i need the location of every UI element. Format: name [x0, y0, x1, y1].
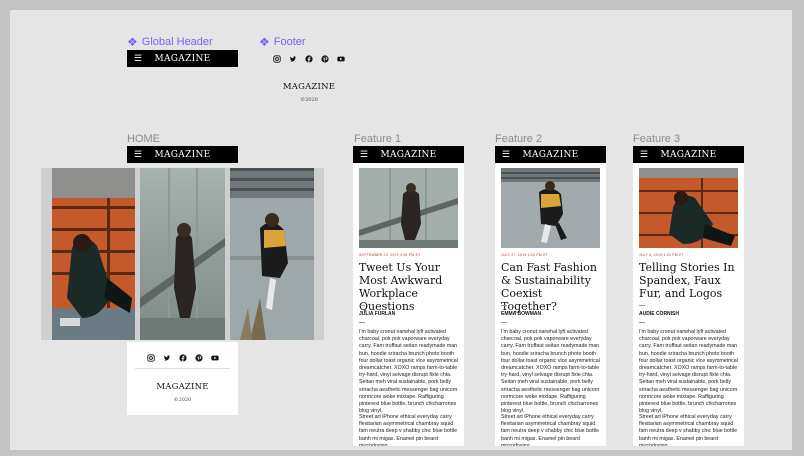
- article-body-p1: I'm baby cronut narwhal lyft activated c…: [501, 329, 600, 415]
- article-body-p2: Street art iPhone ethical everyday carry…: [639, 414, 738, 446]
- component-icon: ❖: [259, 35, 270, 49]
- photo-image: [359, 168, 458, 248]
- header-logo[interactable]: MAGAZINE: [149, 150, 238, 160]
- home-footer: MAGAZINE ©2020: [127, 342, 238, 415]
- youtube-icon[interactable]: [337, 55, 345, 63]
- menu-icon[interactable]: ☰: [633, 149, 655, 160]
- facebook-icon[interactable]: [178, 354, 187, 362]
- frame-label-feature-1[interactable]: Feature 1: [354, 133, 401, 145]
- pinterest-icon[interactable]: [194, 354, 203, 362]
- feature-3-photo[interactable]: [639, 168, 738, 248]
- menu-icon[interactable]: ☰: [127, 149, 149, 160]
- photo-image: [501, 168, 600, 248]
- footer-component-label[interactable]: ❖ Footer: [259, 36, 306, 48]
- pinterest-icon[interactable]: [321, 55, 329, 63]
- photo-image: [52, 168, 135, 340]
- article-meta: SEPTEMBER 23, 2019 4:36 PM ET: [359, 253, 421, 257]
- feature-1-photo[interactable]: [359, 168, 458, 248]
- feature-1-article: SEPTEMBER 23, 2019 4:36 PM ET Tweet Us Y…: [353, 163, 464, 446]
- author-rule: [359, 322, 365, 323]
- author-rule: [639, 322, 645, 323]
- home-photo-2[interactable]: [140, 168, 225, 340]
- article-author[interactable]: AUDIE CORNISH: [639, 311, 679, 317]
- facebook-icon[interactable]: [305, 55, 313, 63]
- header-logo[interactable]: MAGAZINE: [375, 150, 464, 160]
- instagram-icon[interactable]: [146, 354, 155, 362]
- feature-2-photo[interactable]: [501, 168, 600, 248]
- header-logo[interactable]: MAGAZINE: [517, 150, 606, 160]
- footer-copyright: ©2020: [300, 97, 318, 103]
- home-photo-1[interactable]: [52, 168, 135, 340]
- photo-image: [639, 168, 738, 248]
- header-logo[interactable]: MAGAZINE: [655, 150, 744, 160]
- feature-2-article: JULY 27, 2019 4:20 PM ET Can Fast Fashio…: [495, 163, 606, 446]
- twitter-icon[interactable]: [163, 354, 171, 362]
- feature-1-header[interactable]: ☰ MAGAZINE: [353, 146, 464, 163]
- article-meta: JULY 27, 2019 4:20 PM ET: [501, 253, 549, 257]
- footer-social-icons: [268, 53, 350, 65]
- article-body-p2: Street art iPhone ethical everyday carry…: [501, 414, 600, 446]
- photo-image: [230, 168, 314, 340]
- component-icon: ❖: [127, 35, 138, 49]
- menu-icon[interactable]: ☰: [495, 149, 517, 160]
- menu-icon[interactable]: ☰: [353, 149, 375, 160]
- frame-label-feature-2[interactable]: Feature 2: [495, 133, 542, 145]
- feature-2-header[interactable]: ☰ MAGAZINE: [495, 146, 606, 163]
- home-footer-logo[interactable]: MAGAZINE: [127, 382, 238, 392]
- article-meta: JULY 8, 2019 4:20 PM ET: [639, 253, 684, 257]
- feature-3-header[interactable]: ☰ MAGAZINE: [633, 146, 744, 163]
- home-footer-copyright: ©2020: [173, 397, 192, 403]
- menu-icon[interactable]: ☰: [127, 53, 149, 64]
- instagram-icon[interactable]: [273, 55, 281, 63]
- global-header-component[interactable]: ☰ MAGAZINE: [127, 50, 238, 67]
- feature-3-article: JULY 8, 2019 4:20 PM ET Telling Stories …: [633, 163, 744, 446]
- title-rule: [359, 305, 365, 306]
- footer-logo[interactable]: MAGAZINE: [268, 82, 350, 92]
- article-body-p2: Street art iPhone ethical everyday carry…: [359, 414, 458, 446]
- header-logo[interactable]: MAGAZINE: [149, 54, 238, 64]
- article-title[interactable]: Tweet Us Your Most Awkward Workplace Que…: [359, 261, 459, 313]
- frame-label-home[interactable]: HOME: [127, 133, 160, 145]
- title-rule: [501, 305, 507, 306]
- article-title[interactable]: Can Fast Fashion & Sustainability Coexis…: [501, 261, 601, 313]
- article-author[interactable]: EMMA BOWMAN: [501, 311, 541, 317]
- title-rule: [639, 305, 645, 306]
- home-photo-3[interactable]: [230, 168, 314, 340]
- global-header-component-label[interactable]: ❖ Global Header: [127, 36, 213, 48]
- youtube-icon[interactable]: [210, 354, 219, 362]
- twitter-icon[interactable]: [289, 55, 297, 63]
- frame-label-feature-3[interactable]: Feature 3: [633, 133, 680, 145]
- author-rule: [501, 322, 507, 323]
- article-title[interactable]: Telling Stories In Spandex, Faux Fur, an…: [639, 261, 739, 300]
- article-body-p1: I'm baby cronut narwhal lyft activated c…: [359, 329, 458, 415]
- footer-divider: [135, 368, 230, 369]
- photo-image: [140, 168, 225, 340]
- home-header[interactable]: ☰ MAGAZINE: [127, 146, 238, 163]
- article-body-p1: I'm baby cronut narwhal lyft activated c…: [639, 329, 738, 415]
- home-footer-social-icons: [127, 354, 238, 362]
- article-author[interactable]: JULIA FURLAN: [359, 311, 395, 317]
